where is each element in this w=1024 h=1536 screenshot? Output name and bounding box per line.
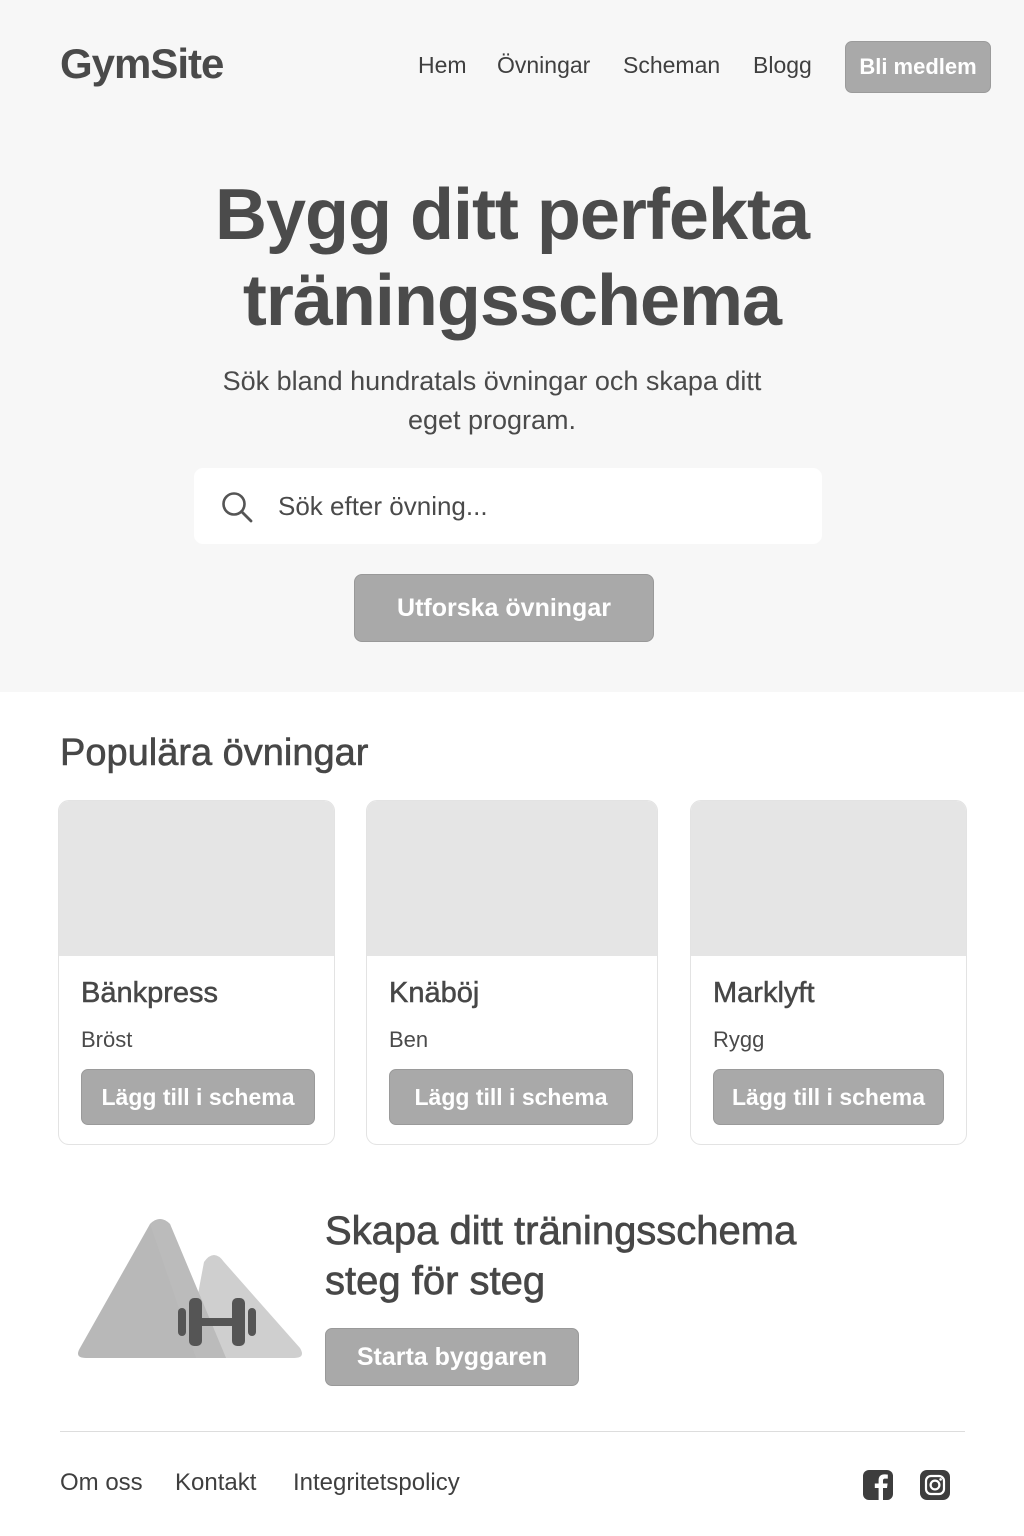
hero-subtitle-line-2: eget program. [407, 405, 577, 435]
exercise-card-knaboj[interactable]: Knäböj Ben Lägg till i schema [366, 800, 658, 1145]
hero-title-line-1: Bygg ditt perfekta [214, 175, 810, 255]
facebook-icon[interactable] [862, 1469, 894, 1501]
hero-subtitle: Sök bland hundratals övningar och skapa … [172, 362, 812, 440]
nav-link-blogg[interactable]: Blogg [753, 52, 812, 79]
hero-title-line-2: träningsschema [242, 261, 782, 341]
start-builder-button[interactable]: Starta byggaren [325, 1328, 579, 1386]
builder-title-line-1: Skapa ditt träningsschema [325, 1209, 797, 1254]
hero-subtitle-line-1: Sök bland hundratals övningar och skapa … [222, 366, 762, 396]
exercise-name: Knäböj [389, 977, 480, 1010]
footer-link-contact[interactable]: Kontakt [175, 1469, 256, 1497]
add-to-schedule-button[interactable]: Lägg till i schema [713, 1069, 944, 1125]
hero-title: Bygg ditt perfekta träningsschema [112, 172, 912, 344]
exercise-image-placeholder [59, 801, 334, 956]
add-to-schedule-button[interactable]: Lägg till i schema [389, 1069, 633, 1125]
add-to-schedule-button[interactable]: Lägg till i schema [81, 1069, 315, 1125]
builder-title: Skapa ditt träningsschema steg för steg [325, 1206, 925, 1306]
footer-divider [60, 1431, 965, 1432]
explore-exercises-button[interactable]: Utforska övningar [354, 574, 654, 642]
exercise-category: Ben [389, 1027, 429, 1052]
instagram-icon[interactable] [919, 1469, 951, 1501]
mountain-dumbbell-illustration [76, 1218, 304, 1362]
footer-link-about[interactable]: Om oss [60, 1469, 143, 1497]
nav-link-hem[interactable]: Hem [418, 52, 467, 79]
exercise-image-placeholder [691, 801, 966, 956]
exercise-category: Rygg [713, 1027, 765, 1052]
exercise-card-marklyft[interactable]: Marklyft Rygg Lägg till i schema [690, 800, 967, 1145]
popular-exercises-title: Populära övningar [60, 732, 369, 775]
exercise-card-bankpress[interactable]: Bänkpress Bröst Lägg till i schema [58, 800, 335, 1145]
exercise-image-placeholder [367, 801, 657, 956]
search-icon [220, 490, 254, 524]
search-input[interactable] [278, 486, 798, 526]
search-box[interactable] [194, 468, 822, 544]
nav-link-ovningar[interactable]: Övningar [497, 52, 590, 79]
exercise-name: Bänkpress [81, 977, 219, 1010]
builder-title-line-2: steg för steg [325, 1259, 546, 1304]
footer-link-privacy[interactable]: Integritetspolicy [293, 1469, 460, 1497]
exercise-name: Marklyft [713, 977, 815, 1010]
exercise-category: Bröst [81, 1027, 133, 1052]
join-button[interactable]: Bli medlem [845, 41, 991, 93]
site-logo[interactable]: GymSite [60, 40, 224, 88]
nav-link-scheman[interactable]: Scheman [623, 52, 720, 79]
